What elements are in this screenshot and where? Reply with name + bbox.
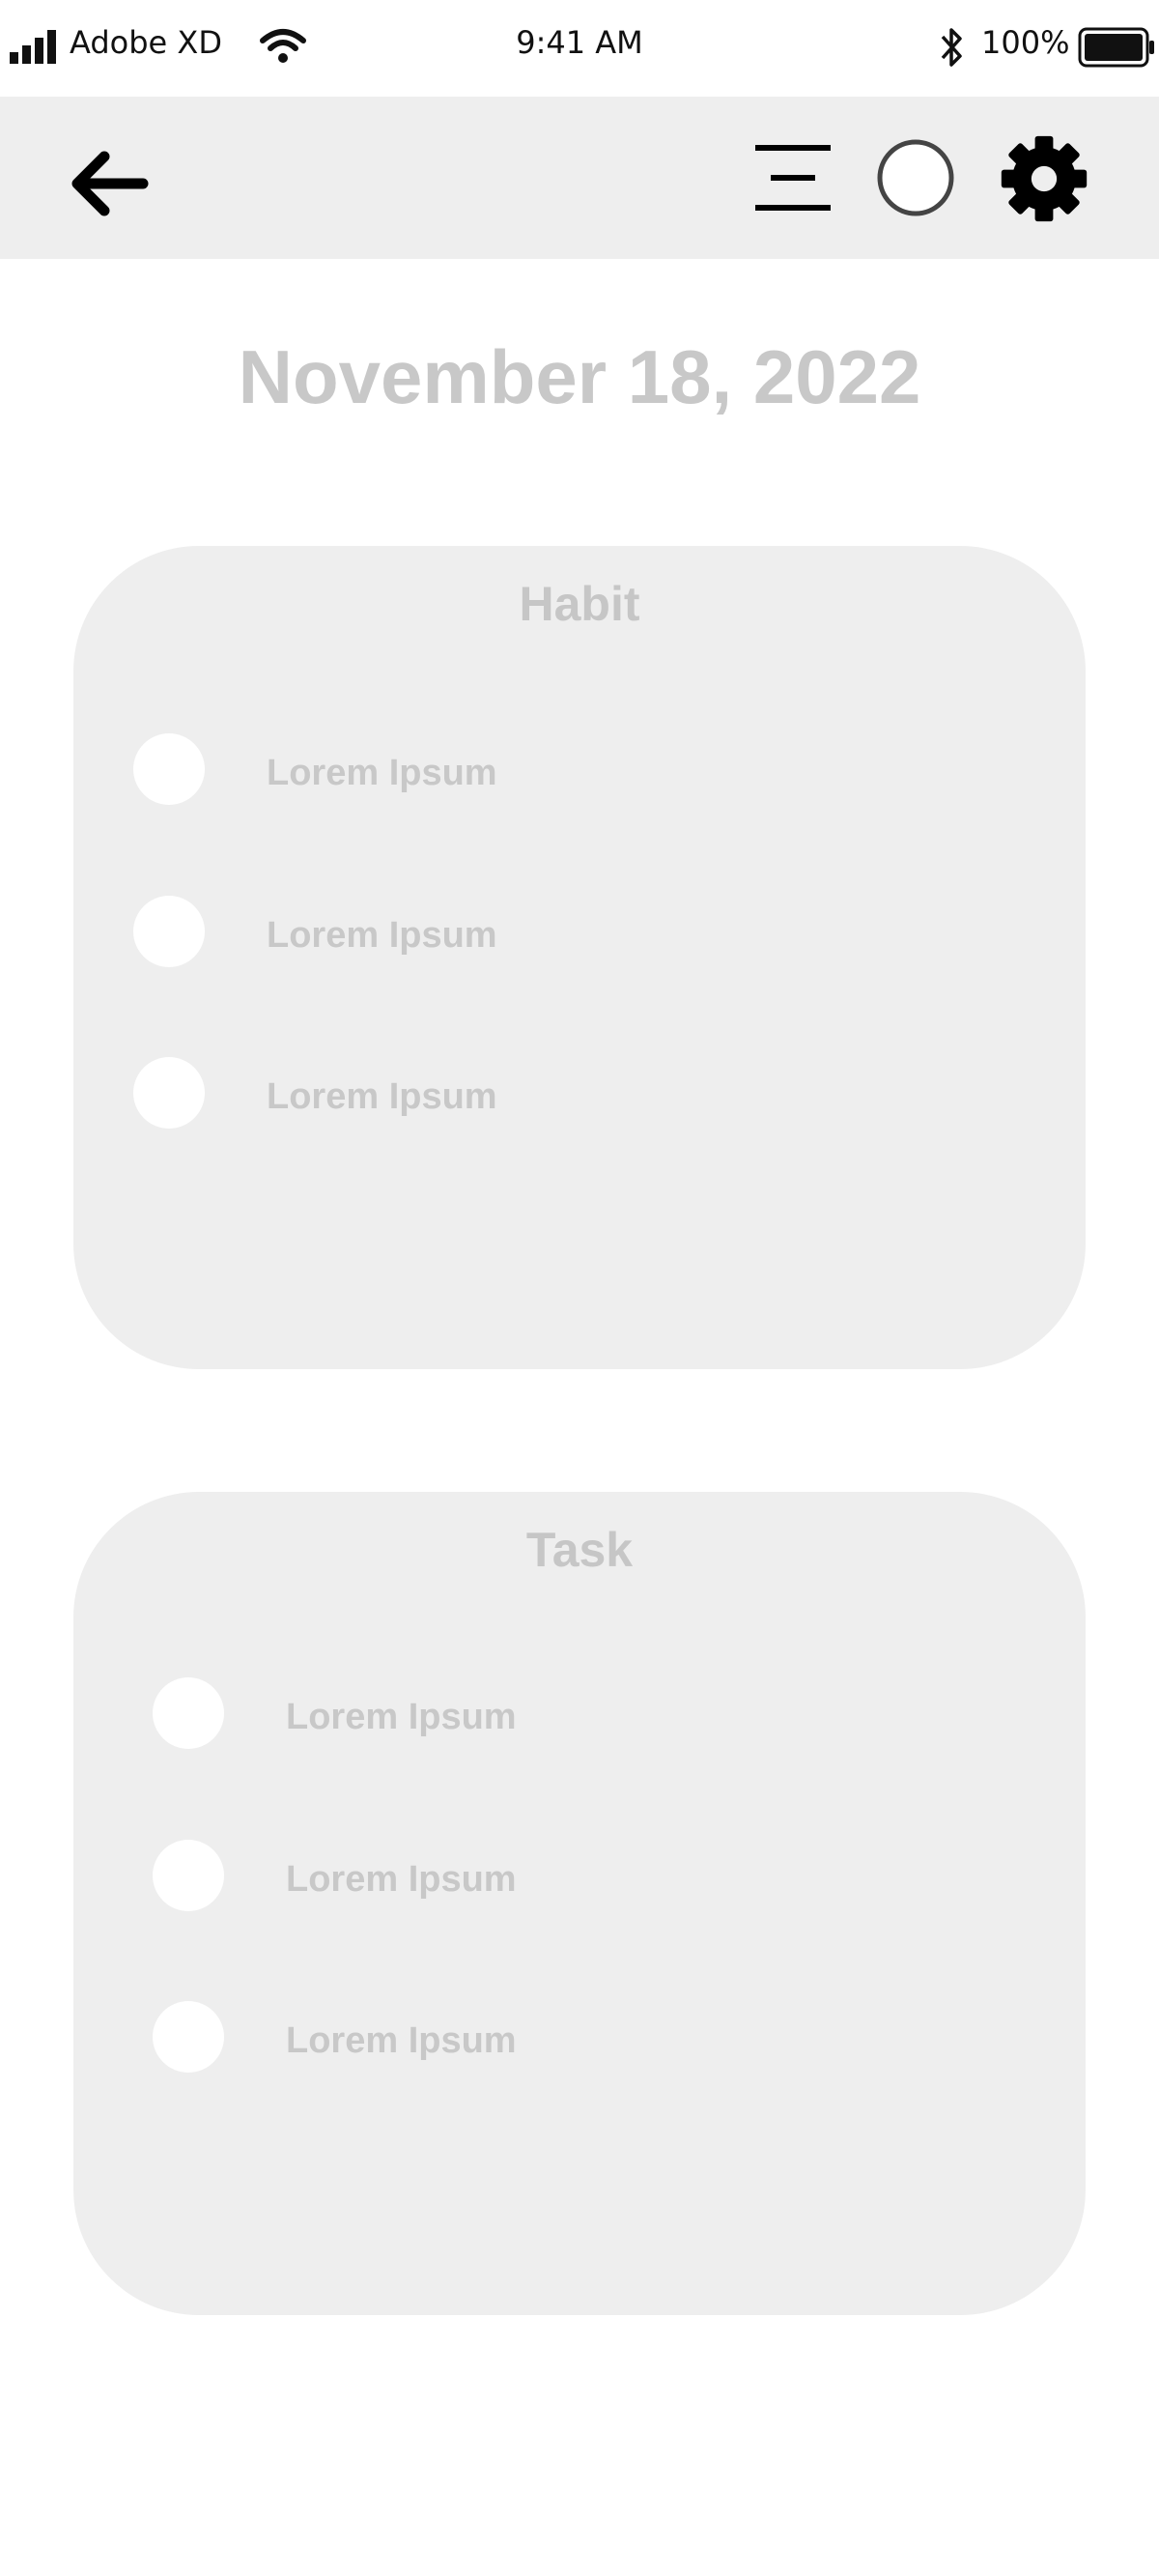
task-item-label: Lorem Ipsum [286,1859,517,1900]
top-toolbar [0,97,1159,259]
task-item-label: Lorem Ipsum [286,2020,517,2061]
habit-card: Habit Lorem Ipsum Lorem Ipsum Lorem Ipsu… [73,546,1086,1369]
task-item-label: Lorem Ipsum [286,1697,517,1737]
task-card: Task Lorem Ipsum Lorem Ipsum Lorem Ipsum [73,1492,1086,2315]
task-checkbox[interactable] [153,1840,224,1911]
habit-item-label: Lorem Ipsum [267,1076,497,1117]
date-heading: November 18, 2022 [238,334,921,419]
task-checkbox[interactable] [153,2001,224,2073]
bluetooth-icon [941,28,962,67]
battery-icon [1078,27,1154,68]
habit-card-title: Habit [519,577,640,631]
habit-checkbox[interactable] [133,1057,205,1129]
app-screen: Adobe XD 9:41 AM 100% November 18, 2022 … [0,0,1159,2576]
task-card-title: Task [525,1523,634,1577]
habit-item-label: Lorem Ipsum [267,915,497,956]
status-bar: Adobe XD 9:41 AM 100% [0,0,1159,97]
gear-icon[interactable] [999,133,1089,224]
back-arrow-icon[interactable] [66,145,153,222]
task-checkbox[interactable] [153,1677,224,1749]
circle-icon[interactable] [875,137,956,218]
habit-checkbox[interactable] [133,896,205,967]
habit-item-label: Lorem Ipsum [267,753,497,793]
habit-checkbox[interactable] [133,733,205,805]
menu-icon[interactable] [753,139,834,216]
battery-percent: 100% [981,24,1070,61]
